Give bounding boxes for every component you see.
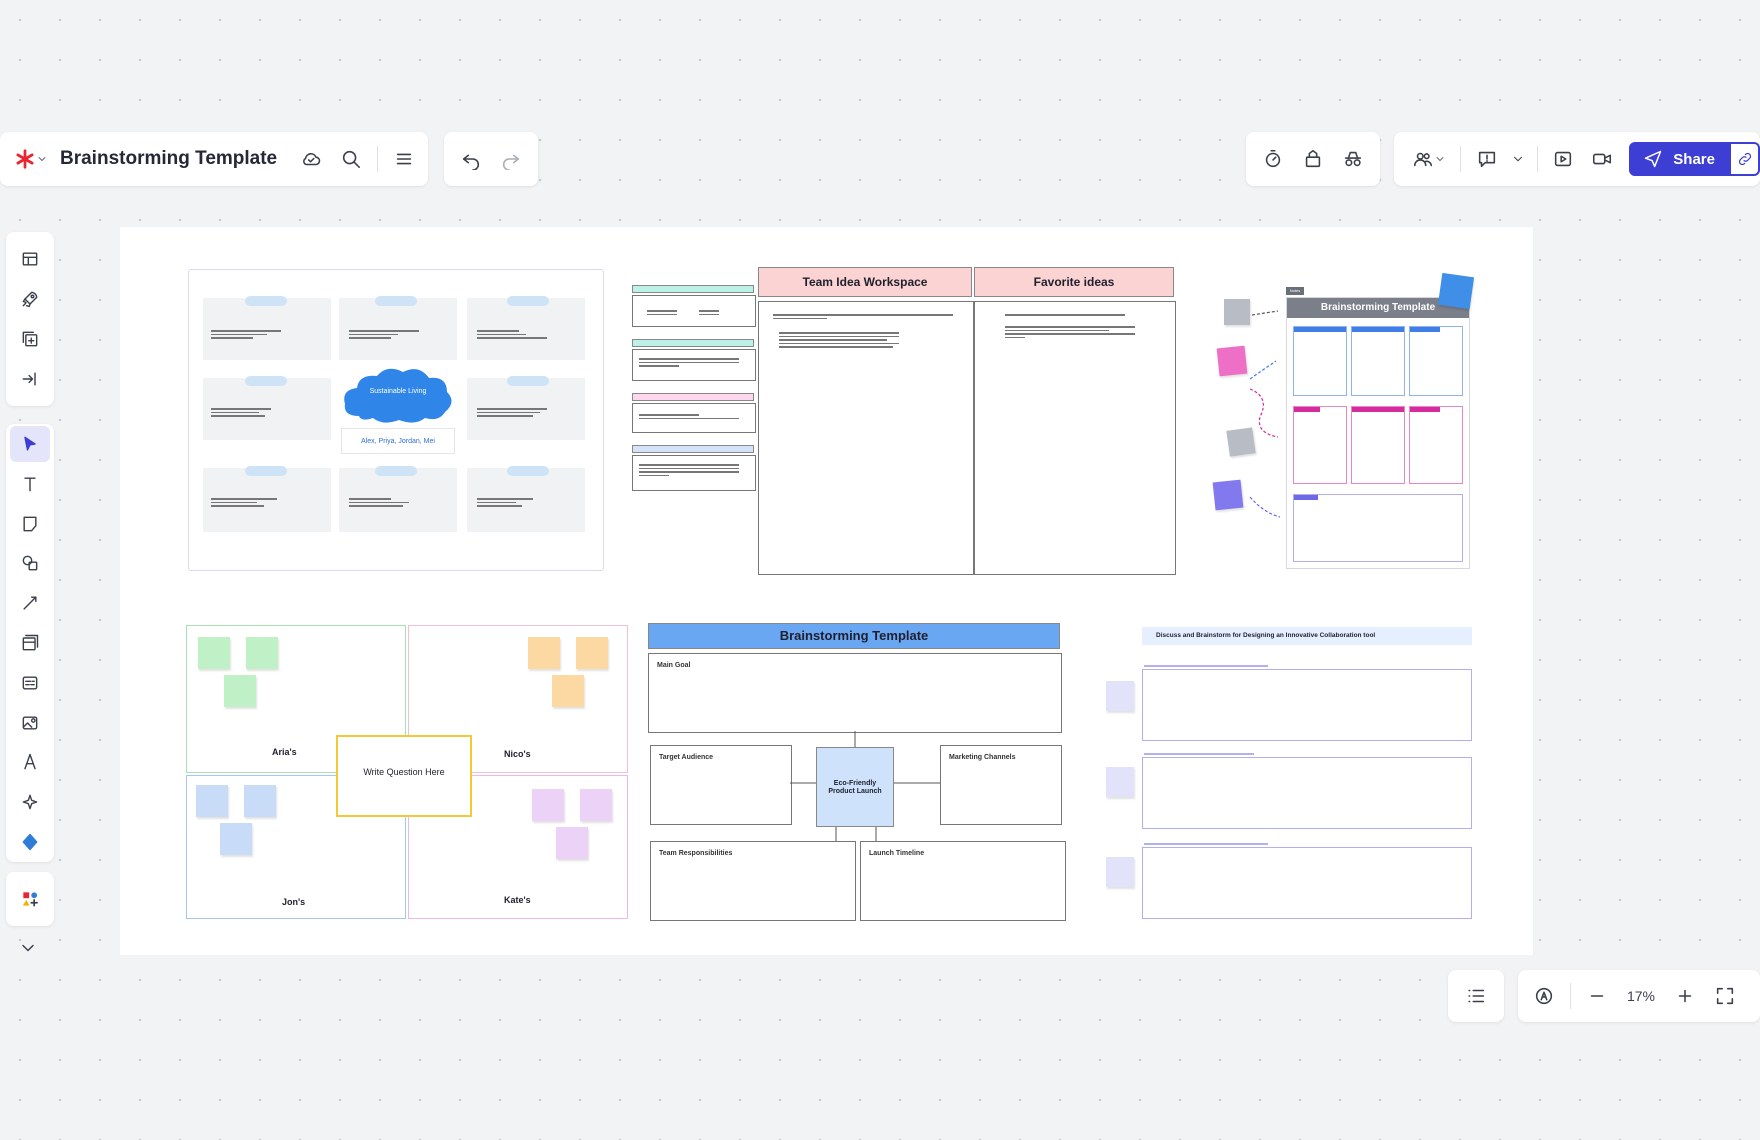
zoom-level[interactable]: 17%: [1617, 988, 1665, 1004]
text-tool-icon[interactable]: [10, 466, 50, 502]
divider: [1537, 146, 1538, 172]
collaborators-icon[interactable]: [1404, 139, 1454, 179]
image-icon[interactable]: [10, 705, 50, 741]
search-icon[interactable]: [331, 139, 371, 179]
link-icon: [1738, 152, 1751, 166]
outline-panel: [1448, 970, 1504, 1022]
quadrant-label-nico: Nico's: [504, 749, 531, 759]
product-launch-template[interactable]: Brainstorming Template Main Goal Target …: [646, 623, 1066, 921]
pen-tool-icon[interactable]: [10, 745, 50, 781]
meeting-toolbar: Share: [1394, 132, 1760, 186]
collapse-chevron-icon[interactable]: [8, 930, 48, 966]
left-tools-main: [6, 424, 54, 862]
send-icon: [1645, 150, 1662, 168]
ai-sparkle-icon[interactable]: [10, 784, 50, 820]
zoom-controls: 17%: [1518, 970, 1760, 1022]
quadrant-label-jon: Jon's: [282, 897, 306, 907]
left-tools-top: [6, 232, 54, 406]
question-box[interactable]: Write Question Here: [336, 735, 472, 817]
zoom-in-icon[interactable]: [1665, 976, 1705, 1016]
share-button[interactable]: Share: [1629, 142, 1731, 176]
integration-icon[interactable]: [10, 824, 50, 860]
table-icon[interactable]: [10, 665, 50, 701]
favorite-ideas-body[interactable]: [974, 301, 1176, 575]
app-logo-icon[interactable]: [8, 139, 54, 179]
quadrant-board[interactable]: Aria's Nico's Jon's Kate's Write Questio…: [186, 625, 628, 919]
voting-icon[interactable]: [1293, 139, 1333, 179]
cloud-label: Sustainable Living: [369, 388, 427, 395]
board-canvas[interactable]: Sustainable Living Alex, Priya, Jordan, …: [120, 227, 1533, 955]
chevron-down-icon[interactable]: [1506, 139, 1531, 179]
copy-link-button[interactable]: [1730, 142, 1760, 176]
discussion-header: Discuss and Brainstorm for Designing an …: [1142, 627, 1472, 645]
document-title[interactable]: Brainstorming Template: [60, 148, 277, 170]
more-shapes-icon[interactable]: [10, 881, 50, 917]
select-tool-icon[interactable]: [10, 426, 50, 462]
comments-icon[interactable]: [1467, 139, 1506, 179]
cloud-shape[interactable]: [339, 366, 457, 426]
connector-arrows: [1249, 310, 1281, 518]
video-icon[interactable]: [1583, 139, 1622, 179]
team-idea-workspace-body[interactable]: [758, 301, 974, 575]
frame-sustainable-living[interactable]: Sustainable Living Alex, Priya, Jordan, …: [188, 269, 604, 571]
participant-names: Alex, Priya, Jordan, Mei: [341, 428, 455, 454]
shapes-icon[interactable]: [10, 545, 50, 581]
templates-icon[interactable]: [10, 241, 50, 277]
present-icon[interactable]: [1544, 139, 1583, 179]
left-tools-more: [6, 872, 54, 926]
collaboration-tools: [1246, 132, 1380, 186]
fullscreen-icon[interactable]: [1705, 976, 1745, 1016]
divider: [1460, 146, 1462, 172]
sticky-note-purple[interactable]: [1212, 479, 1244, 511]
team-idea-workspace-header[interactable]: Team Idea Workspace: [758, 267, 972, 297]
timer-icon[interactable]: [1253, 139, 1293, 179]
info-column[interactable]: [632, 285, 756, 491]
cloud-saved-icon[interactable]: [291, 139, 331, 179]
share-button-label: Share: [1673, 150, 1715, 168]
quadrant-label-aria: Aria's: [272, 747, 297, 757]
discussion-frame[interactable]: Discuss and Brainstorm for Designing an …: [1100, 627, 1500, 923]
divider: [1570, 983, 1571, 1009]
accessibility-icon[interactable]: [1524, 976, 1564, 1016]
favorite-ideas-header[interactable]: Favorite ideas: [974, 267, 1174, 297]
zoom-out-icon[interactable]: [1577, 976, 1617, 1016]
redo-icon[interactable]: [491, 139, 531, 179]
private-mode-icon[interactable]: [1333, 139, 1373, 179]
quadrant-label-kate: Kate's: [504, 895, 531, 905]
add-frame-icon[interactable]: [10, 321, 50, 357]
divider: [377, 146, 379, 172]
line-tool-icon[interactable]: [10, 585, 50, 621]
document-toolbar: Brainstorming Template: [0, 132, 428, 186]
rocket-icon[interactable]: [10, 281, 50, 317]
undo-icon[interactable]: [451, 139, 491, 179]
import-icon[interactable]: [10, 361, 50, 397]
sticky-note-blue[interactable]: [1437, 272, 1475, 310]
connector-lines: [790, 731, 940, 841]
container-icon[interactable]: [10, 625, 50, 661]
sticky-note-icon[interactable]: [10, 506, 50, 542]
list-icon[interactable]: [1456, 976, 1496, 1016]
history-toolbar: [444, 132, 538, 186]
mini-template[interactable]: Brainstorming Template: [1286, 297, 1470, 569]
menu-icon[interactable]: [384, 139, 424, 179]
